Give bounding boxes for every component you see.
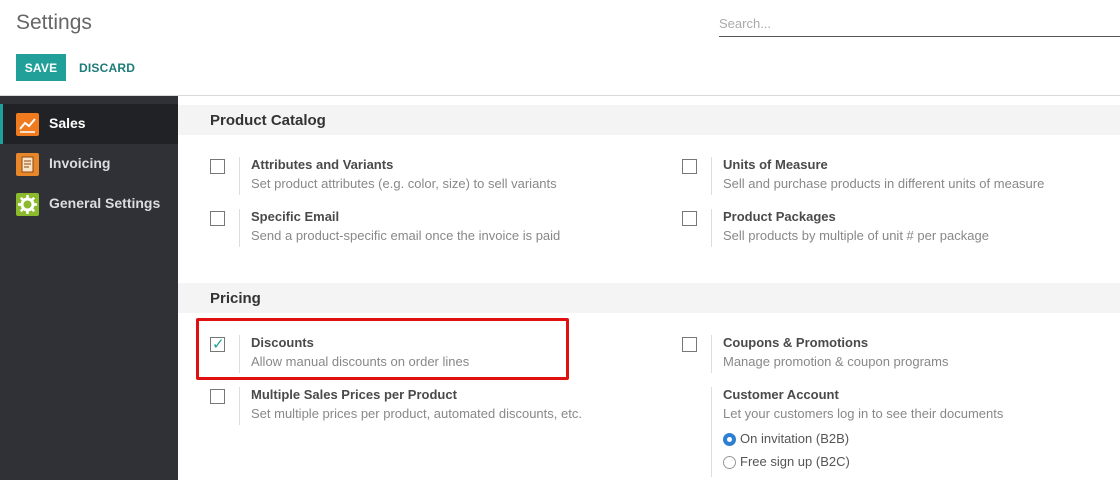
sidebar-item-sales[interactable]: Sales: [0, 104, 178, 144]
sidebar-item-invoicing[interactable]: Invoicing: [0, 144, 178, 184]
setting-product-packages: Product Packages Sell products by multip…: [682, 209, 1120, 253]
setting-multiple-sales-prices: Multiple Sales Prices per Product Set mu…: [210, 387, 650, 431]
setting-help: Sell products by multiple of unit # per …: [723, 228, 989, 243]
radio-label: Free sign up (B2C): [740, 454, 850, 469]
save-button[interactable]: SAVE: [16, 54, 66, 81]
setting-coupons-promotions: Coupons & Promotions Manage promotion & …: [682, 335, 1120, 379]
page-title: Settings: [16, 11, 92, 34]
divider: [239, 209, 240, 247]
search-input[interactable]: [719, 14, 1120, 36]
setting-label: Multiple Sales Prices per Product: [251, 387, 457, 402]
section-header-product-catalog: Product Catalog: [178, 105, 1120, 135]
sales-chart-icon: [16, 113, 39, 136]
divider: [239, 387, 240, 425]
setting-units-of-measure: Units of Measure Sell and purchase produ…: [682, 157, 1120, 201]
sidebar-item-label: General Settings: [49, 195, 161, 211]
setting-help: Let your customers log in to see their d…: [723, 406, 1004, 421]
sidebar-item-label: Sales: [49, 115, 86, 131]
divider: [711, 209, 712, 247]
setting-label: Attributes and Variants: [251, 157, 394, 172]
coupons-promotions-checkbox[interactable]: [682, 337, 697, 352]
specific-email-checkbox[interactable]: [210, 211, 225, 226]
control-panel: Settings SAVE DISCARD: [0, 0, 1120, 96]
divider: [711, 335, 712, 373]
gear-icon: [16, 193, 39, 216]
radio-button[interactable]: [723, 456, 736, 469]
attributes-variants-checkbox[interactable]: [210, 159, 225, 174]
multiple-sales-prices-checkbox[interactable]: [210, 389, 225, 404]
setting-attributes-variants: Attributes and Variants Set product attr…: [210, 157, 650, 201]
divider: [711, 157, 712, 195]
setting-label: Customer Account: [723, 387, 839, 402]
setting-label: Coupons & Promotions: [723, 335, 869, 350]
search-box[interactable]: [719, 14, 1120, 37]
setting-help: Manage promotion & coupon programs: [723, 354, 949, 369]
highlight-box: [196, 318, 569, 380]
radio-label: On invitation (B2B): [740, 431, 850, 446]
product-packages-checkbox[interactable]: [682, 211, 697, 226]
section-title: Pricing: [210, 290, 261, 307]
settings-sidebar: Sales Invoicing General Settings: [0, 96, 178, 480]
settings-content: Product Catalog Attributes and Variants …: [178, 96, 1120, 480]
section-header-pricing: Pricing: [178, 283, 1120, 313]
setting-specific-email: Specific Email Send a product-specific e…: [210, 209, 650, 253]
divider: [711, 387, 712, 477]
setting-help: Set product attributes (e.g. color, size…: [251, 176, 557, 191]
sidebar-item-label: Invoicing: [49, 155, 111, 171]
setting-help: Send a product-specific email once the i…: [251, 228, 561, 243]
setting-label: Product Packages: [723, 209, 836, 224]
sidebar-item-general-settings[interactable]: General Settings: [0, 184, 178, 224]
setting-label: Units of Measure: [723, 157, 828, 172]
units-of-measure-checkbox[interactable]: [682, 159, 697, 174]
invoicing-icon: [16, 153, 39, 176]
discard-button[interactable]: DISCARD: [79, 61, 135, 75]
setting-help: Set multiple prices per product, automat…: [251, 406, 582, 421]
setting-label: Specific Email: [251, 209, 340, 224]
setting-help: Sell and purchase products in different …: [723, 176, 1045, 191]
divider: [239, 157, 240, 195]
radio-button-selected[interactable]: [723, 433, 736, 446]
section-title: Product Catalog: [210, 112, 326, 129]
